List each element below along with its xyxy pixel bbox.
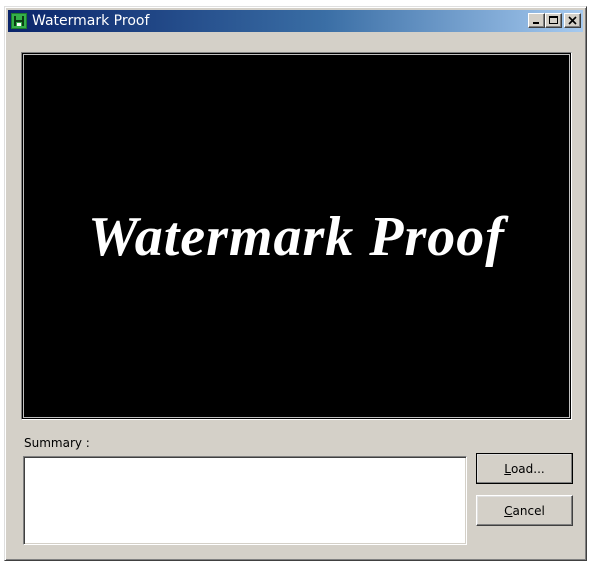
load-mnemonic: L (504, 461, 511, 476)
watermark-preview-text: Watermark Proof (88, 206, 505, 268)
cancel-label-rest: ancel (512, 503, 545, 518)
minimize-button[interactable] (528, 13, 545, 28)
watermark-app-icon (11, 13, 27, 29)
maximize-button[interactable] (545, 13, 562, 28)
watermark-proof-window: Watermark Proof Watermark Proof Summary … (4, 6, 587, 561)
cancel-button[interactable]: Cancel (476, 495, 573, 526)
preview-canvas: Watermark Proof (23, 54, 570, 418)
summary-field[interactable] (23, 456, 467, 545)
window-title: Watermark Proof (32, 13, 150, 29)
load-label-rest: oad... (510, 461, 545, 476)
caption-buttons (528, 13, 581, 28)
close-button[interactable] (564, 13, 581, 28)
load-button[interactable]: Load... (476, 453, 573, 484)
maximize-icon (549, 16, 558, 24)
summary-label: Summary : (24, 436, 90, 450)
cancel-mnemonic: C (504, 503, 513, 518)
title-bar[interactable]: Watermark Proof (8, 10, 583, 32)
close-icon (568, 16, 577, 25)
watermark-preview: Watermark Proof (21, 52, 572, 420)
minimize-icon (533, 22, 539, 24)
